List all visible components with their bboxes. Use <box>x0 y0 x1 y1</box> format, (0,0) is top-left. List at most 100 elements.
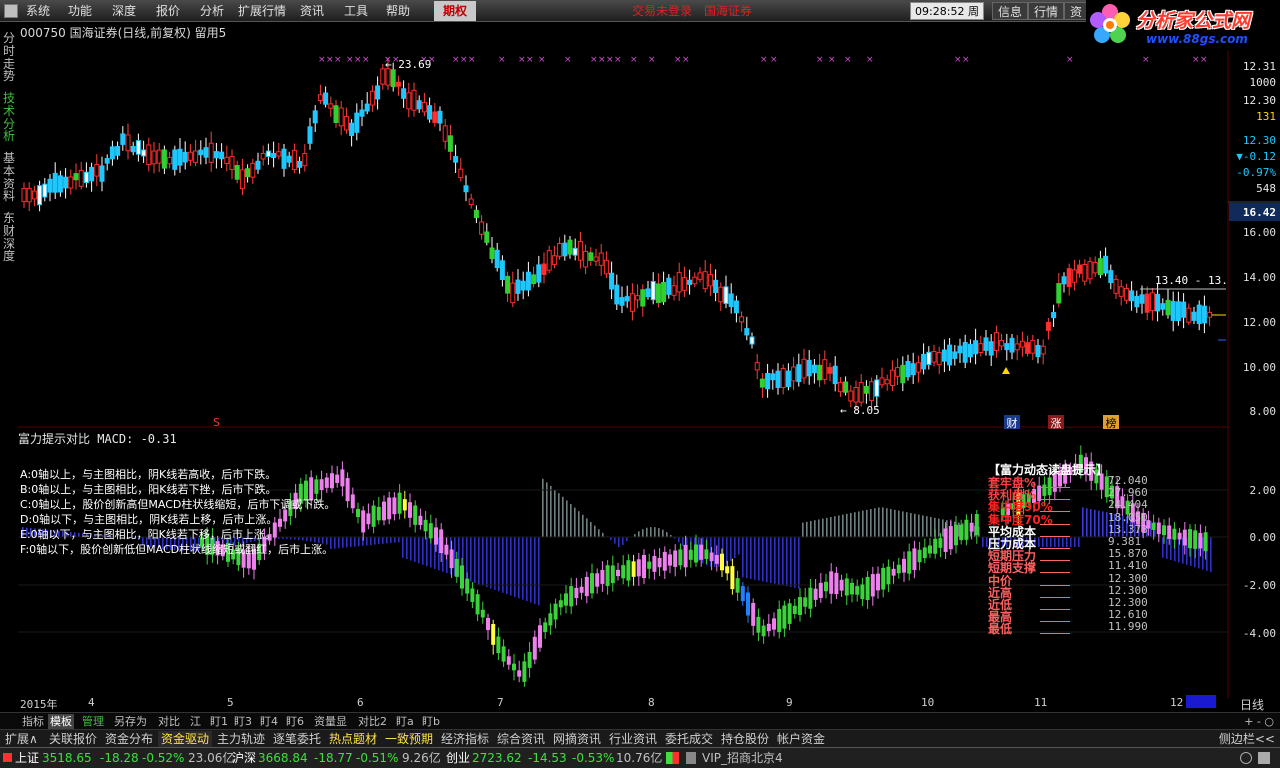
cy-name[interactable]: 创业 <box>446 751 470 766</box>
desc-b: B:0轴以上，与主图相比，阳K线若下挫，后市下跌。 <box>20 483 277 496</box>
macd-bar <box>750 537 752 579</box>
candle-body <box>135 140 141 155</box>
bottom-tab[interactable]: 网摘资讯 <box>550 731 604 747</box>
indicator-tab[interactable]: 江 <box>188 714 203 729</box>
macd-bar <box>666 532 668 537</box>
candle-body <box>109 146 115 160</box>
menu-help[interactable]: 帮助 <box>382 0 414 22</box>
macd-bar <box>394 537 396 543</box>
indicator-tab[interactable]: 对比 <box>156 714 182 729</box>
x-axis-period[interactable]: 日线 <box>1240 696 1264 713</box>
candle-body <box>1191 311 1197 321</box>
signal-x-mark: × <box>760 55 768 65</box>
more-button[interactable]: 资 <box>1064 2 1089 20</box>
x-month-7: 7 <box>497 696 504 709</box>
macd-candle-body <box>933 538 938 554</box>
sidebar-toggle[interactable]: 侧边栏<< <box>1216 731 1278 747</box>
macd-candle-body <box>699 544 704 560</box>
indicator-tab[interactable]: 盯1 <box>208 714 230 729</box>
macd-bar <box>562 496 564 537</box>
macd-bar <box>654 527 656 537</box>
quote-button[interactable]: 行情 <box>1028 2 1065 20</box>
badge-rise[interactable]: 涨 <box>1048 415 1064 430</box>
macd-candle-body <box>922 547 927 559</box>
candle-body <box>957 345 963 354</box>
candle-body <box>245 168 251 178</box>
bottom-tab[interactable]: 热点题材 <box>326 731 380 747</box>
macd-bar <box>1098 510 1100 537</box>
bottom-tab[interactable]: 综合资讯 <box>494 731 548 747</box>
candle-body <box>728 293 734 308</box>
macd-candle-body <box>564 593 568 606</box>
macd-candle-body <box>423 519 428 532</box>
status-circle-icon[interactable] <box>1240 752 1252 764</box>
indicator-tab[interactable]: 另存为 <box>112 714 149 729</box>
scroll-indicator[interactable] <box>1186 695 1216 708</box>
bottom-tab[interactable]: 关联报价 <box>46 731 100 747</box>
hs-name[interactable]: 沪深 <box>232 751 256 766</box>
indicator-tab[interactable]: 盯b <box>420 714 442 729</box>
bottom-tab[interactable]: 行业资讯 <box>606 731 660 747</box>
bottom-tab[interactable]: 资金分布 <box>102 731 156 747</box>
menu-quote[interactable]: 报价 <box>152 0 184 22</box>
x-month-11: 11 <box>1034 696 1048 709</box>
bottom-tab[interactable]: 主力轨迹 <box>214 731 268 747</box>
macd-bar <box>1074 537 1076 547</box>
bottom-tab[interactable]: 委托成交 <box>662 731 716 747</box>
candle-body <box>749 336 755 345</box>
sh-name[interactable]: 上证 <box>15 751 39 766</box>
indicator-tab[interactable]: 指标 <box>20 714 46 729</box>
cy-amount: 10.76亿 <box>616 751 663 765</box>
indicator-tab[interactable]: 对比2 <box>356 714 389 729</box>
candle-body <box>525 271 531 291</box>
menu-ext-quote[interactable]: 扩展行情 <box>234 0 290 22</box>
bottom-tab[interactable]: 帐户资金 <box>774 731 828 747</box>
candle-body <box>780 368 786 388</box>
macd-candle-body <box>636 559 641 577</box>
server-name[interactable]: VIP_招商北京4 <box>702 751 783 766</box>
cy-pct: -0.53% <box>572 751 615 765</box>
zoom-controls[interactable]: + - ○ <box>1244 714 1274 729</box>
badge-list[interactable]: 榜 <box>1103 415 1119 430</box>
status-bar: 上证 3518.65 -18.28 -0.52% 23.06亿 沪深 3668.… <box>0 747 1280 768</box>
macd-candle-body <box>803 597 808 607</box>
trade-status[interactable]: 交易未登录 <box>632 0 692 22</box>
macd-candle-body <box>818 582 823 598</box>
candle-body <box>224 156 230 164</box>
candle-body <box>671 285 677 296</box>
macd-bar <box>1078 537 1080 547</box>
app-icon[interactable] <box>4 4 18 18</box>
macd-candle-body <box>538 625 542 648</box>
fuli-underline <box>1040 548 1070 549</box>
bottom-tab[interactable]: 持仓股份 <box>718 731 772 747</box>
macd-bar <box>398 537 400 543</box>
kline-chart[interactable]: × × × × × × × × × × × × × × × × × × × × × × × × × × × × × × × × × × × × × × <box>0 22 1280 712</box>
macd-candle-body <box>798 597 802 615</box>
bottom-tab[interactable]: 逐笔委托 <box>270 731 324 747</box>
menu-function[interactable]: 功能 <box>64 0 96 22</box>
options-button[interactable]: 期权 <box>434 1 476 21</box>
macd-candle-body <box>621 565 626 579</box>
signal-x-mark: × <box>1066 55 1074 65</box>
indicator-tab[interactable]: 模板 <box>48 714 74 729</box>
candle-body <box>31 190 37 200</box>
status-square-icon[interactable] <box>1258 752 1270 764</box>
indicator-tab[interactable]: 盯6 <box>284 714 306 729</box>
menu-tools[interactable]: 工具 <box>340 0 372 22</box>
menu-system[interactable]: 系统 <box>22 0 54 22</box>
menu-analysis[interactable]: 分析 <box>196 0 228 22</box>
indicator-tab[interactable]: 盯4 <box>258 714 280 729</box>
signal-x-mark: × <box>468 55 476 65</box>
menu-depth[interactable]: 深度 <box>108 0 140 22</box>
bottom-tab[interactable]: 扩展∧ <box>2 731 41 747</box>
bottom-tab[interactable]: 一致预期 <box>382 731 436 747</box>
indicator-tab[interactable]: 盯3 <box>232 714 254 729</box>
menu-news[interactable]: 资讯 <box>296 0 328 22</box>
bottom-tab[interactable]: 资金驱动 <box>158 731 213 747</box>
bottom-tab[interactable]: 经济指标 <box>438 731 492 747</box>
badge-finance[interactable]: 财 <box>1004 415 1020 430</box>
indicator-tab[interactable]: 资量显 <box>312 714 349 729</box>
info-button[interactable]: 信息 <box>992 2 1029 20</box>
indicator-tab[interactable]: 盯a <box>394 714 416 729</box>
indicator-tab[interactable]: 管理 <box>80 714 106 729</box>
